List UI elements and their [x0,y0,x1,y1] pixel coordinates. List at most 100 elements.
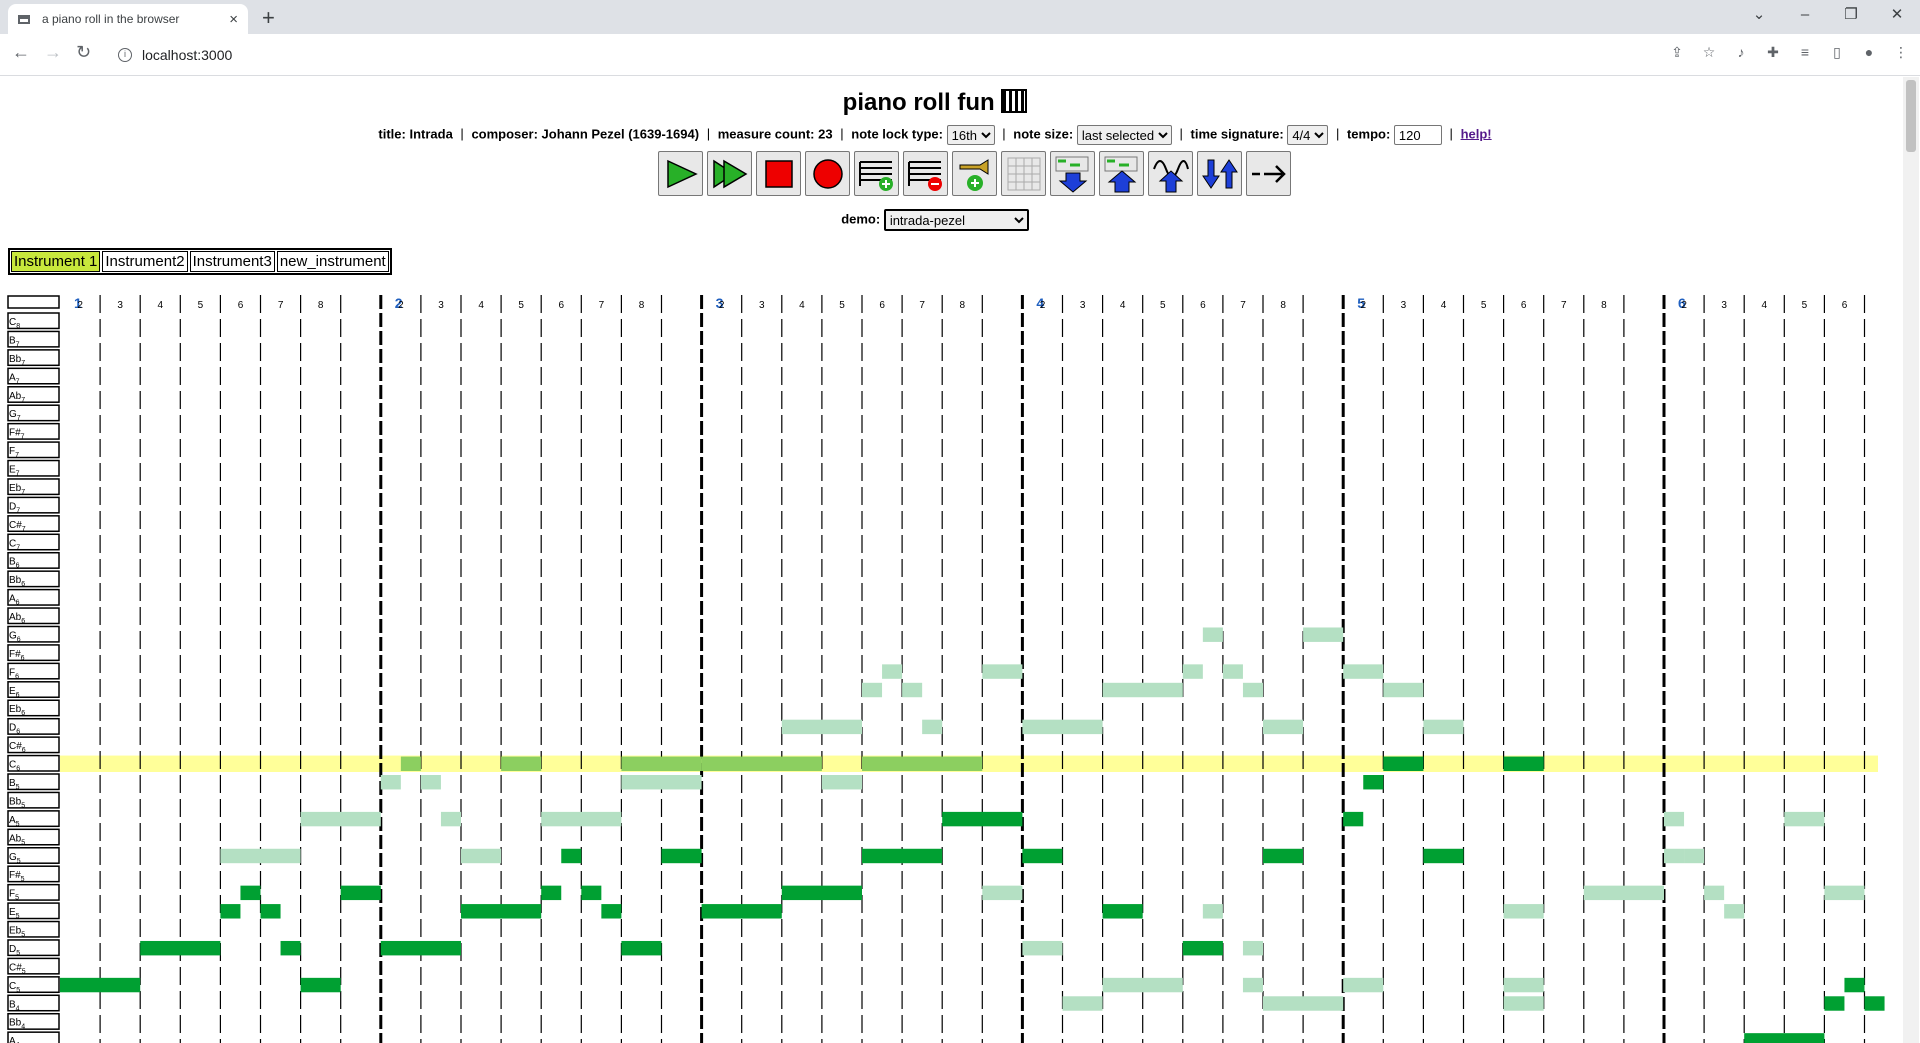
other-instrument-note [902,682,923,698]
beat-number: 8 [639,300,645,311]
menu-kebab-icon[interactable]: ⋮ [1892,44,1910,61]
beat-number: 2 [719,300,725,311]
other-instrument-note [380,775,401,790]
beat-number: 3 [438,300,444,311]
beat-number: 7 [919,300,925,311]
active-note [1744,1033,1825,1043]
other-instrument-note [1202,627,1223,642]
other-instrument-note [862,756,983,771]
other-instrument-note [461,848,502,864]
other-instrument-note [821,775,862,790]
beat-number: 4 [1762,300,1768,311]
other-instrument-note [1503,904,1544,919]
active-note [1102,904,1143,919]
active-note [1844,977,1865,993]
other-instrument-note [300,811,381,827]
pitch-header-box [7,295,60,309]
extension-icon[interactable]: ♪ [1732,44,1750,61]
other-instrument-note [1784,811,1825,827]
other-instrument-note [1022,719,1103,735]
active-note [300,977,341,993]
other-instrument-note [1503,977,1544,993]
beat-number: 5 [518,300,524,311]
other-instrument-note [1503,996,1544,1011]
piano-roll[interactable]: C8B7Bb7A7Ab7G7F#7F7E7Eb7D7C#7C7B6Bb6A6Ab… [0,77,1920,1043]
active-note [1383,756,1424,771]
other-instrument-note [1263,719,1304,735]
site-info-icon[interactable]: i [118,48,132,62]
active-note [380,940,461,956]
browser-tab[interactable]: a piano roll in the browser × [8,4,248,34]
active-note [260,904,281,919]
other-instrument-note [1242,682,1263,698]
beat-number: 7 [1561,300,1567,311]
other-instrument-note [882,664,903,679]
other-instrument-note [541,811,622,827]
profile-avatar-icon[interactable]: ● [1860,44,1878,61]
beat-number: 4 [799,300,805,311]
restore-button[interactable]: ❐ [1828,0,1874,30]
other-instrument-note [621,756,702,771]
media-icon[interactable]: ≡ [1796,44,1814,61]
other-instrument-note [1242,977,1263,993]
window-controls: ⌄ – ❐ ✕ [1736,0,1920,30]
active-note [661,848,702,864]
active-note [1343,811,1364,827]
page-favicon-icon [18,14,30,24]
beat-number: 6 [559,300,565,311]
forward-icon[interactable]: → [44,42,62,63]
beat-number: 3 [1401,300,1407,311]
active-note [1022,848,1063,864]
other-instrument-note [982,885,1023,901]
other-instrument-note [701,756,822,771]
beat-number: 7 [599,300,605,311]
address-bar[interactable]: i localhost:3000 [108,40,1658,70]
other-instrument-note [1664,811,1685,827]
beat-number: 8 [318,300,324,311]
close-tab-icon[interactable]: × [229,11,238,28]
new-tab-button[interactable]: + [262,5,275,31]
beat-number: 3 [117,300,123,311]
bookmark-star-icon[interactable]: ☆ [1700,44,1718,61]
other-instrument-note [1664,848,1685,864]
puzzle-icon[interactable]: ✚ [1764,44,1782,61]
active-note [1363,775,1384,790]
minimize-button[interactable]: – [1782,0,1828,30]
beat-number: 3 [759,300,765,311]
active-note [1864,996,1885,1011]
beat-number: 6 [1521,300,1527,311]
back-icon[interactable]: ← [12,42,30,63]
reload-icon[interactable]: ↻ [76,42,91,63]
other-instrument-note [1583,885,1664,901]
other-instrument-note [621,775,662,790]
tab-search-icon[interactable]: ⌄ [1736,0,1782,30]
other-instrument-note [1263,996,1344,1011]
beat-number: 6 [1200,300,1206,311]
sidebar-icon[interactable]: ▯ [1828,44,1846,61]
other-instrument-note [220,848,301,864]
beat-number: 8 [960,300,966,311]
other-instrument-note [1343,977,1384,993]
beat-number: 5 [1481,300,1487,311]
other-instrument-note [1062,996,1103,1011]
active-note [561,848,582,864]
beat-number: 5 [1802,300,1808,311]
page-content: piano roll fun title: Intrada | composer… [0,77,1920,1043]
active-note [461,904,542,919]
active-note [60,977,141,993]
other-instrument-note [982,664,1023,679]
active-note [1182,940,1223,956]
other-instrument-note [862,682,883,698]
other-instrument-note [400,756,421,771]
beat-number: 8 [1280,300,1286,311]
other-instrument-note [1303,627,1344,642]
other-instrument-note [1202,904,1223,919]
other-instrument-note [1824,885,1865,901]
beat-number: 4 [158,300,164,311]
other-instrument-note [1182,664,1203,679]
roll-scrollbar-track [1903,297,1919,1043]
close-window-button[interactable]: ✕ [1874,0,1920,30]
other-instrument-note [440,811,461,827]
beat-number: 6 [238,300,244,311]
share-icon[interactable]: ⇪ [1668,44,1686,61]
